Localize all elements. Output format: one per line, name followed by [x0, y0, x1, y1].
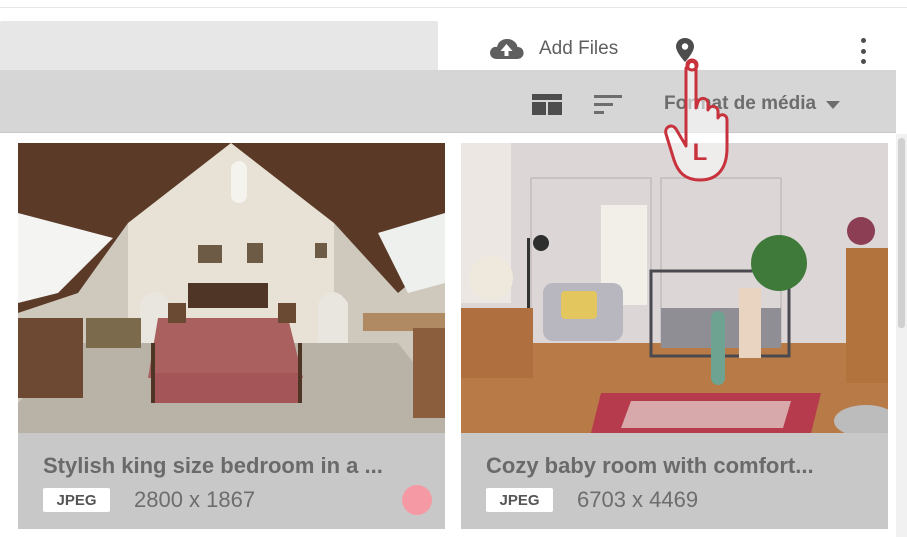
search-input[interactable]: [0, 21, 438, 71]
top-divider: [0, 0, 907, 8]
cloud-upload-icon: [490, 39, 524, 59]
grid-view-icon[interactable]: [532, 94, 562, 115]
sort-icon[interactable]: [594, 94, 624, 115]
card-title: Cozy baby room with comfort...: [486, 453, 814, 478]
media-format-dropdown[interactable]: Format de média: [664, 90, 841, 118]
color-label-dot[interactable]: [402, 485, 432, 515]
bedroom-thumbnail[interactable]: [18, 143, 445, 433]
media-card[interactable]: Stylish king size bedroom in a ... JPEG …: [18, 143, 445, 529]
add-files-label: Add Files: [539, 38, 619, 59]
app-root: Add Files Format de média Stylish king s…: [0, 0, 907, 537]
filter-bar: Format de média: [0, 70, 896, 133]
chevron-down-icon: [826, 101, 841, 109]
main-toolbar: Add Files: [0, 8, 907, 71]
more-options-button[interactable]: [854, 35, 872, 67]
media-format-label: Format de média: [664, 93, 817, 114]
card-title: Stylish king size bedroom in a ...: [43, 453, 383, 478]
scrollbar-thumb[interactable]: [898, 138, 905, 328]
image-dimensions: 2800 x 1867: [134, 487, 256, 512]
format-badge: JPEG: [486, 488, 553, 512]
image-dimensions: 6703 x 4469: [577, 487, 699, 512]
card-info: Stylish king size bedroom in a ... JPEG …: [18, 433, 445, 529]
more-dot: [860, 59, 866, 64]
media-card[interactable]: Cozy baby room with comfort... JPEG 6703…: [461, 143, 888, 529]
card-info: Cozy baby room with comfort... JPEG 6703…: [461, 433, 888, 529]
map-pin-icon[interactable]: [673, 36, 697, 70]
more-dot: [860, 48, 866, 54]
format-badge: JPEG: [43, 488, 110, 512]
bedroom-photo: [18, 143, 445, 433]
add-files-button[interactable]: Add Files: [488, 34, 618, 64]
baby-room-photo: [461, 143, 888, 433]
scrollbar[interactable]: [896, 134, 907, 537]
baby-room-thumbnail[interactable]: [461, 143, 888, 433]
more-dot: [860, 38, 866, 43]
